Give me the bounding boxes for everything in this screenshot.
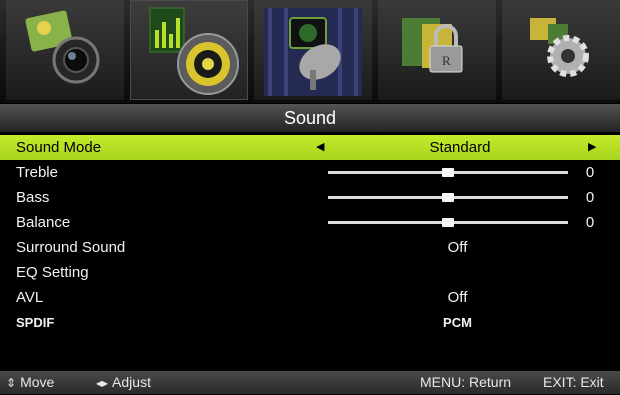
page-title: Sound (283, 108, 337, 128)
help-move-label: Move (20, 374, 55, 390)
menu-item-label: Balance (16, 214, 71, 231)
help-move: ⇕ Move (6, 371, 54, 395)
category-icon-bar: R (0, 0, 620, 103)
menu-header: Sound (0, 104, 620, 132)
balance-slider[interactable] (328, 218, 568, 227)
menu-item-value: Standard (429, 139, 491, 156)
help-adjust-label: Adjust (112, 374, 151, 390)
tab-setup[interactable] (502, 0, 620, 100)
menu-item-label: EQ Setting (16, 264, 89, 281)
menu-item-bass[interactable]: Bass 0 (0, 185, 620, 210)
help-menu-return: MENU: Return (420, 374, 512, 390)
menu-item-spdif[interactable]: SPDIF PCM (0, 310, 620, 335)
menu-item-sound-mode[interactable]: Sound Mode ◀ Standard ▶ (0, 135, 620, 160)
bass-value: 0 (585, 189, 595, 206)
tab-sound[interactable] (130, 0, 248, 100)
setup-icon (530, 18, 589, 77)
menu-item-eq-setting[interactable]: EQ Setting (0, 260, 620, 285)
menu-item-label: AVL (16, 289, 44, 306)
menu-item-label: Treble (16, 164, 58, 181)
tab-channel[interactable] (254, 0, 372, 100)
balance-value: 0 (585, 214, 595, 231)
menu-item-label: Sound Mode (16, 139, 102, 156)
menu-item-value: PCM (443, 315, 472, 330)
menu-item-value: Off (447, 239, 468, 256)
menu-item-label: SPDIF (16, 315, 55, 330)
help-exit: EXIT: Exit (543, 374, 604, 390)
picture-icon (25, 10, 100, 84)
slider-knob[interactable] (442, 193, 454, 202)
svg-text:R: R (442, 53, 451, 68)
slider-knob[interactable] (442, 218, 454, 227)
menu-item-treble[interactable]: Treble 0 (0, 160, 620, 185)
left-arrow-icon[interactable]: ◀ (316, 135, 324, 160)
right-arrow-icon[interactable]: ▶ (588, 135, 596, 160)
bass-slider[interactable] (328, 193, 568, 202)
slider-knob[interactable] (442, 168, 454, 177)
menu-item-surround-sound[interactable]: Surround Sound Off (0, 235, 620, 260)
menu-item-label: Bass (16, 189, 50, 206)
footer-help-bar: ⇕ Move ◂▸ Adjust MENU: Return EXIT: Exit (0, 371, 620, 394)
left-right-icon: ◂▸ (96, 376, 109, 390)
menu-item-label: Surround Sound (16, 239, 126, 256)
treble-slider[interactable] (328, 168, 568, 177)
tab-lock[interactable]: R (378, 0, 496, 100)
treble-value: 0 (585, 164, 595, 181)
menu-item-balance[interactable]: Balance 0 (0, 210, 620, 235)
menu-item-avl[interactable]: AVL Off (0, 285, 620, 310)
lock-icon: R (402, 18, 463, 73)
sound-icon (149, 7, 239, 95)
help-adjust: ◂▸ Adjust (96, 371, 151, 395)
tv-osd-menu: R Sound Sound Mode ◀ Standard ▶ Treble 0… (0, 0, 620, 394)
sound-menu-list: Sound Mode ◀ Standard ▶ Treble 0 Bass 0 … (0, 135, 620, 335)
tab-picture[interactable] (6, 0, 124, 100)
up-down-icon: ⇕ (6, 376, 17, 390)
channel-icon (264, 8, 362, 96)
menu-item-value: Off (447, 289, 468, 306)
